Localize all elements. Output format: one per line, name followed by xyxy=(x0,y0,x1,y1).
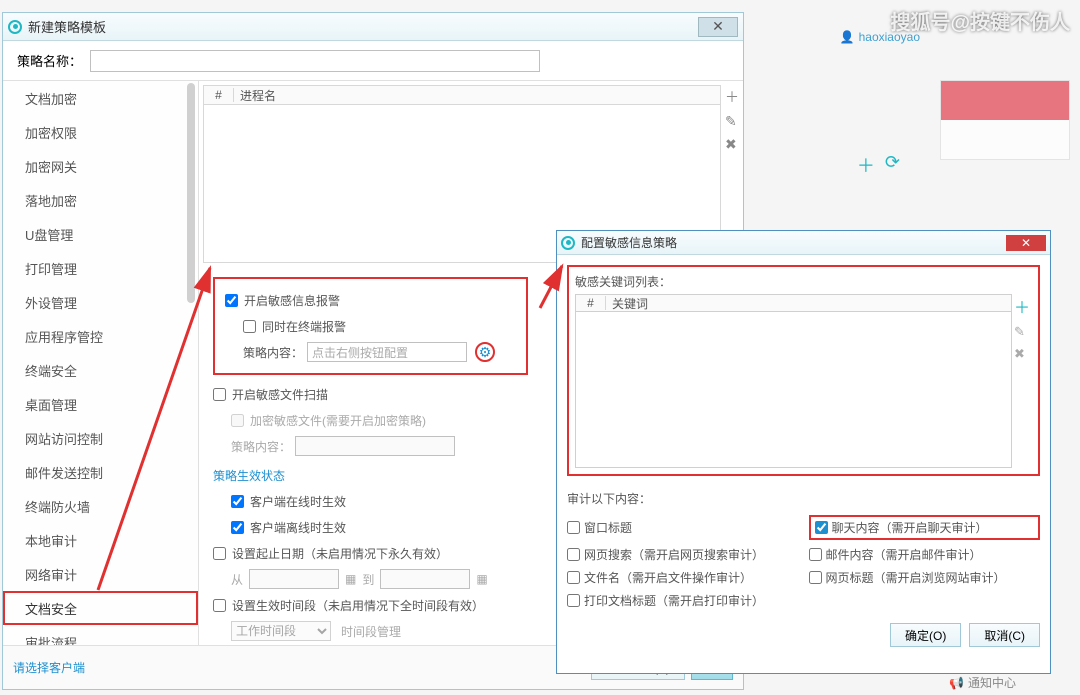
keyword-list-box: 敏感关键词列表： # 关键词 ＋ ✎ ✖ xyxy=(567,265,1040,476)
dialog-close-button[interactable]: ✕ xyxy=(1006,235,1046,251)
plus-icon: ＋ xyxy=(857,152,875,178)
watermark: 搜狐号@按键不伤人 xyxy=(890,6,1070,35)
sidebar-item-13[interactable]: 本地审计 xyxy=(3,523,198,557)
sensitive-config-dialog: 配置敏感信息策略 ✕ 敏感关键词列表： # 关键词 ＋ ✎ ✖ 审计以下内容： xyxy=(556,230,1051,674)
sidebar-item-10[interactable]: 网站访问控制 xyxy=(3,421,198,455)
close-button[interactable]: ✕ xyxy=(698,17,738,37)
sidebar-item-4[interactable]: U盘管理 xyxy=(3,217,198,251)
sidebar-item-5[interactable]: 打印管理 xyxy=(3,251,198,285)
timeslot-checkbox[interactable] xyxy=(213,599,226,612)
sidebar-item-2[interactable]: 加密网关 xyxy=(3,149,198,183)
sidebar-item-9[interactable]: 桌面管理 xyxy=(3,387,198,421)
policy-name-input[interactable] xyxy=(90,50,540,72)
sidebar-item-8[interactable]: 终端安全 xyxy=(3,353,198,387)
sidebar-item-3[interactable]: 落地加密 xyxy=(3,183,198,217)
sidebar-item-6[interactable]: 外设管理 xyxy=(3,285,198,319)
encrypt-files-checkbox xyxy=(231,414,244,427)
online-checkbox[interactable] xyxy=(231,495,244,508)
chk-web-title[interactable]: 网页标题（需开启浏览网站审计） xyxy=(809,569,1041,586)
delete-keyword-icon[interactable]: ✖ xyxy=(1014,346,1030,362)
app-icon xyxy=(8,20,22,34)
dialog-cancel-button[interactable]: 取消(C) xyxy=(969,623,1040,647)
chk-file-name[interactable]: 文件名（需开启文件操作审计） xyxy=(567,569,799,586)
bg-toolbar-icons: ＋⟳ xyxy=(857,152,900,178)
offline-checkbox[interactable] xyxy=(231,521,244,534)
sidebar-item-14[interactable]: 网络审计 xyxy=(3,557,198,591)
enable-scan-checkbox[interactable] xyxy=(213,388,226,401)
policy-name-row: 策略名称： xyxy=(3,41,743,81)
audit-label: 审计以下内容： xyxy=(567,490,1040,507)
dialog-title: 配置敏感信息策略 xyxy=(581,234,1006,251)
dialog-icon xyxy=(561,236,575,250)
date-to xyxy=(380,569,470,589)
chk-print-title[interactable]: 打印文档标题（需开启打印审计） xyxy=(567,592,799,609)
titlebar: 新建策略模板 ✕ xyxy=(3,13,743,41)
chk-window-title[interactable]: 窗口标题 xyxy=(567,515,799,540)
sidebar-item-0[interactable]: 文档加密 xyxy=(3,81,198,115)
date-from xyxy=(249,569,339,589)
date-range-checkbox[interactable] xyxy=(213,547,226,560)
keyword-table[interactable] xyxy=(575,312,1012,468)
terminal-alarm-checkbox[interactable] xyxy=(243,320,256,333)
sidebar-item-1[interactable]: 加密权限 xyxy=(3,115,198,149)
slot-manager-link: 时间段管理 xyxy=(341,623,401,640)
sensitive-alarm-box: 开启敏感信息报警 同时在终端报警 策略内容： ⚙ xyxy=(213,277,528,375)
sidebar-item-12[interactable]: 终端防火墙 xyxy=(3,489,198,523)
chk-chat-content[interactable]: 聊天内容（需开启聊天审计） xyxy=(809,515,1041,540)
delete-icon[interactable]: ✖ xyxy=(725,136,739,153)
sidebar-item-11[interactable]: 邮件发送控制 xyxy=(3,455,198,489)
sidebar: 文档加密加密权限加密网关落地加密U盘管理打印管理外设管理应用程序管控终端安全桌面… xyxy=(3,81,199,689)
sidebar-item-15[interactable]: 文档安全 xyxy=(3,591,198,625)
edit-keyword-icon[interactable]: ✎ xyxy=(1014,324,1030,340)
worktime-select: 工作时间段 xyxy=(231,621,331,641)
select-client-link[interactable]: 请选择客户端 xyxy=(13,659,85,676)
gear-icon[interactable]: ⚙ xyxy=(475,342,495,362)
notification-center[interactable]: 📢 通知中心 xyxy=(949,674,1016,691)
edit-icon[interactable]: ✎ xyxy=(725,113,739,130)
chk-mail-content[interactable]: 邮件内容（需开启邮件审计） xyxy=(809,546,1041,563)
add-keyword-icon[interactable]: ＋ xyxy=(1014,294,1030,318)
sidebar-item-7[interactable]: 应用程序管控 xyxy=(3,319,198,353)
add-icon[interactable]: ＋ xyxy=(725,87,739,107)
enable-alarm-checkbox[interactable] xyxy=(225,294,238,307)
dialog-ok-button[interactable]: 确定(O) xyxy=(890,623,961,647)
policy-content-input[interactable] xyxy=(307,342,467,362)
process-table-header: # 进程名 xyxy=(203,85,721,105)
policy-name-label: 策略名称： xyxy=(17,51,82,70)
refresh-icon: ⟳ xyxy=(885,152,900,178)
chk-web-search[interactable]: 网页搜索（需开启网页搜索审计） xyxy=(567,546,799,563)
window-title: 新建策略模板 xyxy=(28,17,698,36)
bg-thumbnail xyxy=(940,80,1070,160)
policy-content2-input xyxy=(295,436,455,456)
